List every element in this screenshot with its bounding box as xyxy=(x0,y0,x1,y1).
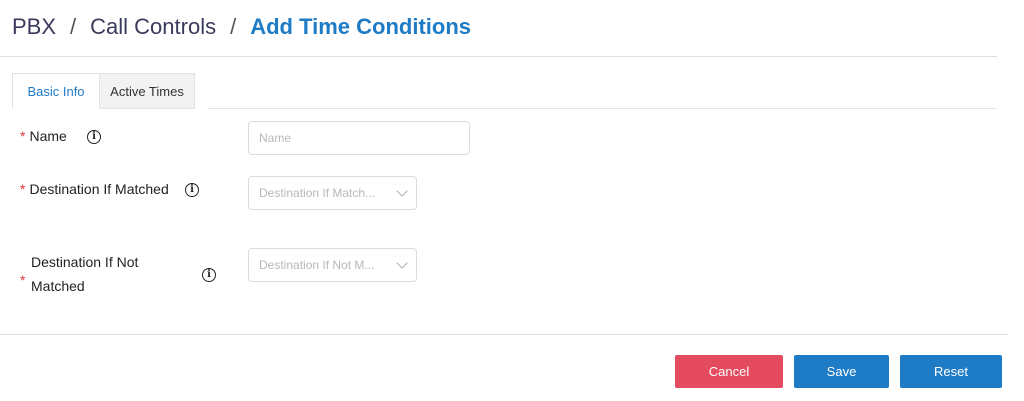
breadcrumb-call-controls[interactable]: Call Controls xyxy=(90,14,216,40)
info-icon[interactable]: i xyxy=(87,130,101,144)
reset-button[interactable]: Reset xyxy=(900,355,1002,388)
tab-active-times[interactable]: Active Times xyxy=(100,73,195,109)
required-marker-star: * xyxy=(20,272,26,288)
cancel-button[interactable]: Cancel xyxy=(675,355,783,388)
destination-not-matched-label-line1: Destination If Not xyxy=(31,254,139,270)
save-button[interactable]: Save xyxy=(794,355,889,388)
chevron-down-icon xyxy=(396,185,408,197)
tab-divider xyxy=(207,108,997,109)
breadcrumb: PBX / Call Controls / Add Time Condition… xyxy=(12,12,471,42)
breadcrumb-pbx[interactable]: PBX xyxy=(12,14,56,40)
required-marker: * xyxy=(20,268,29,292)
destination-not-matched-placeholder: Destination If Not M... xyxy=(259,258,375,272)
page-title: Add Time Conditions xyxy=(250,14,472,39)
tab-basic-info[interactable]: Basic Info xyxy=(12,73,100,109)
footer-divider xyxy=(0,334,1008,335)
destination-matched-label-text: Destination If Matched xyxy=(29,181,169,197)
destination-matched-label: * Destination If Matched xyxy=(20,177,169,201)
breadcrumb-separator: / xyxy=(70,14,77,39)
header-divider xyxy=(0,56,997,57)
info-icon[interactable]: i xyxy=(185,183,199,197)
breadcrumb-separator: / xyxy=(230,14,237,39)
destination-matched-placeholder: Destination If Match... xyxy=(259,186,376,200)
name-input[interactable] xyxy=(248,121,470,155)
destination-not-matched-label: Destination If Not Matched xyxy=(31,250,138,298)
name-label-text: Name xyxy=(29,128,67,144)
required-marker: * xyxy=(20,128,26,144)
chevron-down-icon xyxy=(396,257,408,269)
tab-bar: Basic Info Active Times xyxy=(12,73,195,109)
info-icon[interactable]: i xyxy=(202,268,216,282)
destination-not-matched-label-line2: Matched xyxy=(31,278,85,294)
destination-not-matched-select[interactable]: Destination If Not M... xyxy=(248,248,417,282)
destination-matched-select[interactable]: Destination If Match... xyxy=(248,176,417,210)
required-marker: * xyxy=(20,181,26,197)
name-label: * Name xyxy=(20,124,67,148)
